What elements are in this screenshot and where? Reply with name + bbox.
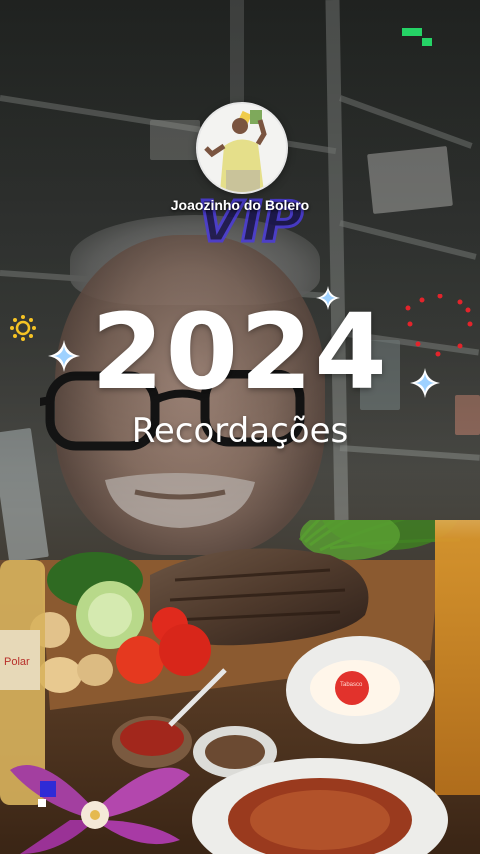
avatar[interactable] xyxy=(196,102,288,194)
sauce-label-text: Tabasco xyxy=(340,682,363,688)
username-label[interactable]: Joaozinho do Bolero xyxy=(0,197,480,213)
food-table-photo: Polar Tabasco xyxy=(0,520,480,854)
year-title: 2024 xyxy=(91,291,389,413)
memories-story-screen: Polar Tabasco VIP Joaozinho do Bolero 20… xyxy=(0,0,480,854)
cube-icon xyxy=(38,781,56,807)
avatar-person-icon xyxy=(198,104,286,192)
memories-subtitle: Recordações xyxy=(131,411,349,451)
bottle-label-text: Polar xyxy=(4,656,30,668)
pixel-logo-icon xyxy=(402,28,434,48)
